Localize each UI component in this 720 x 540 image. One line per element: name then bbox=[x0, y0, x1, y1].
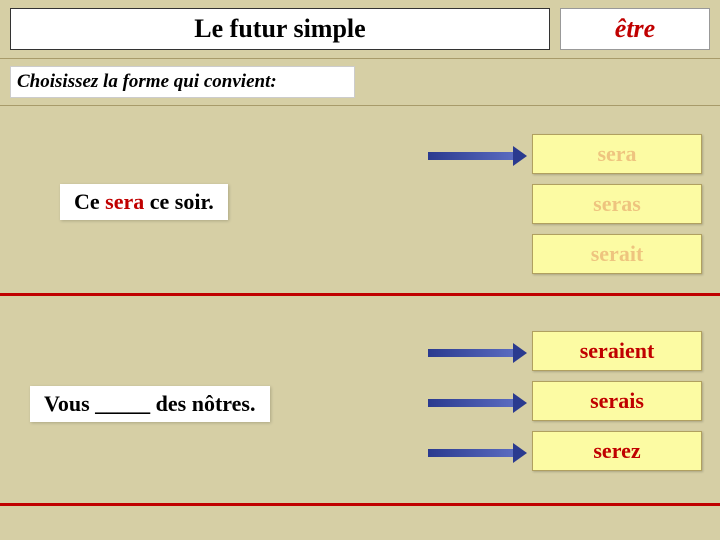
sentence-2-pre: Vous bbox=[44, 391, 95, 416]
sentence-2-post: des nôtres. bbox=[150, 391, 255, 416]
option-1a[interactable]: sera bbox=[532, 134, 702, 174]
option-2a[interactable]: seraient bbox=[532, 331, 702, 371]
instruction-text: Choisissez la forme qui convient: bbox=[10, 66, 355, 98]
arrow-icon bbox=[428, 449, 514, 457]
arrow-icon bbox=[428, 152, 514, 160]
sentence-2: Vous _____ des nôtres. bbox=[30, 386, 270, 422]
arrow-icon bbox=[428, 399, 514, 407]
title-box: Le futur simple bbox=[10, 8, 550, 50]
option-1c[interactable]: serait bbox=[532, 234, 702, 274]
sentence-1: Ce sera ce soir. bbox=[60, 184, 228, 220]
verb-box: être bbox=[560, 8, 710, 50]
option-2b[interactable]: serais bbox=[532, 381, 702, 421]
question-group-2: Vous _____ des nôtres. seraient serais s… bbox=[0, 296, 720, 506]
page-title: Le futur simple bbox=[194, 14, 365, 44]
verb-label: être bbox=[615, 14, 655, 44]
sentence-1-post: ce soir. bbox=[144, 189, 213, 214]
question-group-1: Ce sera ce soir. sera seras serait bbox=[0, 106, 720, 296]
arrow-icon bbox=[428, 349, 514, 357]
option-1b[interactable]: seras bbox=[532, 184, 702, 224]
sentence-2-hl: _____ bbox=[95, 391, 150, 416]
sentence-1-hl: sera bbox=[105, 189, 144, 214]
option-2c[interactable]: serez bbox=[532, 431, 702, 471]
sentence-1-pre: Ce bbox=[74, 189, 105, 214]
